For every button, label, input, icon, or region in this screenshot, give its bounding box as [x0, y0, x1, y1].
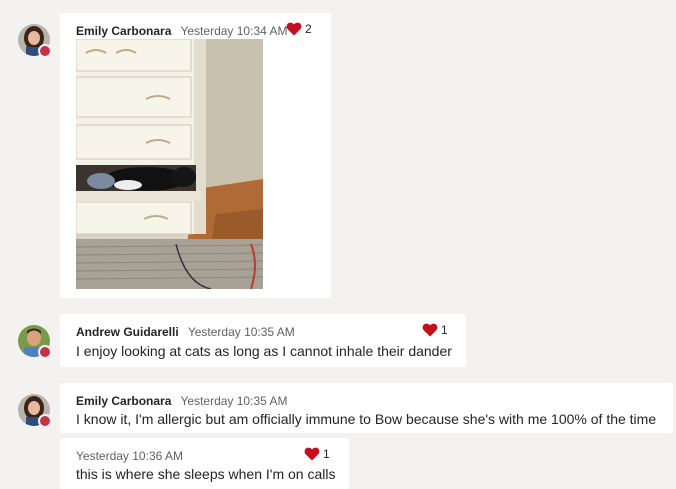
- reaction-count: 1: [323, 447, 330, 461]
- message-card[interactable]: Emily Carbonara Yesterday 10:34 AM 2: [60, 13, 331, 298]
- message-header: Emily Carbonara Yesterday 10:34 AM: [76, 24, 287, 38]
- sender-name[interactable]: Emily Carbonara: [76, 394, 171, 408]
- avatar-emily-carbonara[interactable]: [18, 394, 52, 428]
- presence-busy-indicator: [38, 44, 52, 58]
- reaction-badge[interactable]: 2: [286, 22, 312, 36]
- message-header: Andrew Guidarelli Yesterday 10:35 AM: [76, 325, 295, 339]
- sender-name[interactable]: Emily Carbonara: [76, 24, 171, 38]
- message-header: Emily Carbonara Yesterday 10:35 AM: [76, 394, 287, 408]
- avatar-emily-carbonara[interactable]: [18, 24, 52, 58]
- message-card[interactable]: Emily Carbonara Yesterday 10:35 AM I kno…: [60, 383, 673, 433]
- message-timestamp: Yesterday 10:34 AM: [180, 24, 288, 38]
- heart-icon: [422, 323, 438, 337]
- avatar-andrew-guidarelli[interactable]: [18, 325, 52, 359]
- message-body: I know it, I'm allergic but am officiall…: [76, 411, 657, 427]
- cat-photo: [76, 39, 263, 289]
- presence-busy-indicator: [38, 345, 52, 359]
- presence-busy-indicator: [38, 414, 52, 428]
- heart-icon: [286, 22, 302, 36]
- message-card[interactable]: Yesterday 10:36 AM 1 this is where she s…: [60, 438, 349, 489]
- message-card[interactable]: Andrew Guidarelli Yesterday 10:35 AM 1 I…: [60, 314, 466, 367]
- image-attachment[interactable]: [76, 39, 263, 289]
- message-timestamp: Yesterday 10:36 AM: [76, 449, 183, 463]
- reaction-count: 2: [305, 22, 312, 36]
- reaction-badge[interactable]: 1: [304, 447, 330, 461]
- reaction-count: 1: [441, 323, 448, 337]
- reaction-badge[interactable]: 1: [422, 323, 448, 337]
- sender-name[interactable]: Andrew Guidarelli: [76, 325, 179, 339]
- heart-icon: [304, 447, 320, 461]
- message-body: this is where she sleeps when I'm on cal…: [76, 466, 336, 482]
- message-body: I enjoy looking at cats as long as I can…: [76, 343, 452, 359]
- message-timestamp: Yesterday 10:35 AM: [187, 325, 295, 339]
- message-timestamp: Yesterday 10:35 AM: [180, 394, 288, 408]
- message-header: Yesterday 10:36 AM: [76, 449, 183, 463]
